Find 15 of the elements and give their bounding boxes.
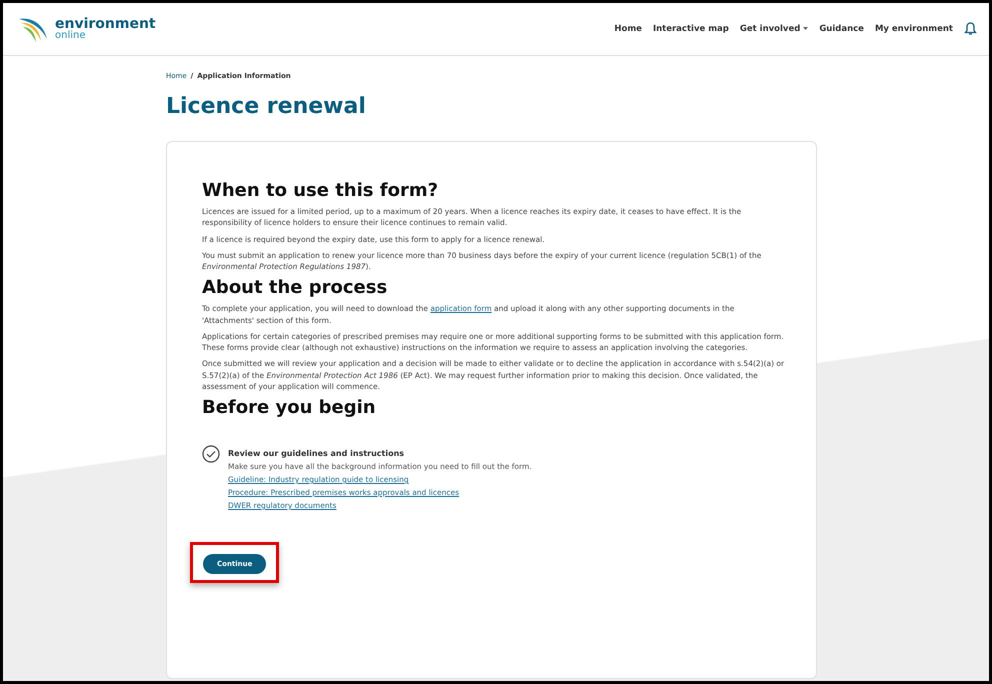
nav-link[interactable]: Home [614,24,642,34]
logo-wordmark: environment [55,17,156,31]
section-heading: About the process [202,277,388,298]
nav-link[interactable]: My environment [874,24,953,34]
section-heading: When to use this form? [202,180,440,201]
nav-link[interactable]: Get involved [740,24,808,34]
checklist-title: Review our guidelines and instructions [228,449,406,458]
nav-link[interactable]: Guidance [819,24,864,34]
page-title: Licence renewal [166,94,367,119]
site-logo[interactable]: environment online [17,15,156,43]
caret-icon [803,27,808,31]
nav-link[interactable]: Interactive map [652,24,729,34]
section-heading: Before you begin [202,397,377,418]
bell-icon[interactable] [964,22,977,36]
logo-subtitle: online [55,31,87,41]
